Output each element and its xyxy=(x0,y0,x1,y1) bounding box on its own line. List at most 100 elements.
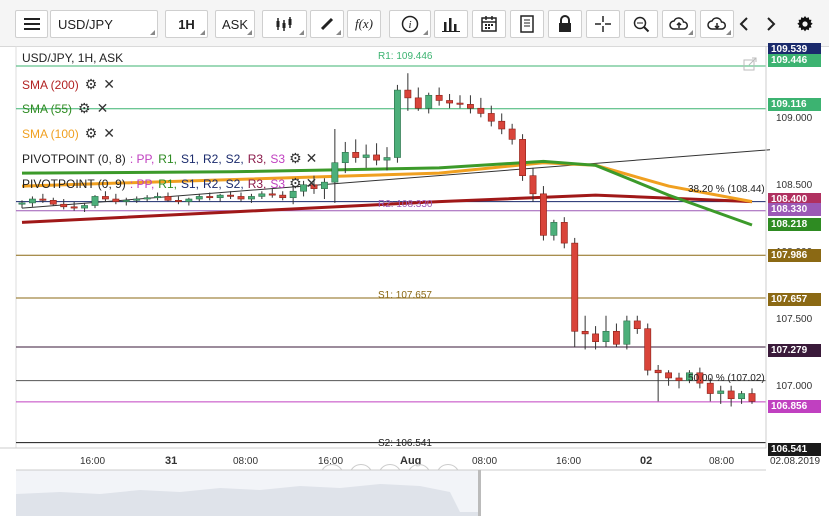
price-tick: 107.500 xyxy=(776,314,813,325)
legend-sma-100[interactable]: SMA (100) ⚙ ✕ xyxy=(22,125,115,142)
s1-level-label: S1: 107.657 xyxy=(378,290,432,301)
legend-sma-200[interactable]: SMA (200) ⚙ ✕ xyxy=(22,76,115,93)
candle-body xyxy=(60,203,68,208)
candle-body xyxy=(112,198,120,202)
close-icon[interactable]: ✕ xyxy=(103,125,115,142)
hamburger-icon xyxy=(23,18,40,30)
interval-label: 1H xyxy=(178,16,195,32)
candle-body xyxy=(644,328,652,371)
gear-icon[interactable]: ⚙ xyxy=(85,76,98,93)
close-icon[interactable]: ✕ xyxy=(103,76,115,93)
legend-sma-100-label: SMA (100) xyxy=(22,126,79,141)
zoom-button[interactable] xyxy=(624,10,658,38)
legend-pivotpoint-2[interactable]: PIVOTPOINT (0, 9) : PP, R1, S1, R2, S2, … xyxy=(22,175,317,192)
candle-body xyxy=(592,333,600,342)
candle-body xyxy=(633,320,641,329)
scroll-forward-button[interactable] xyxy=(760,10,782,38)
candle-body xyxy=(195,196,203,200)
candle-body xyxy=(581,330,589,335)
lock-icon xyxy=(559,15,571,32)
candle-body xyxy=(185,198,193,202)
price-tag: 109.116 xyxy=(768,98,821,111)
candle-body xyxy=(456,102,464,105)
candle-body xyxy=(425,94,433,109)
candle-body xyxy=(216,194,224,199)
indicators-button[interactable]: f(x) xyxy=(347,10,381,38)
candle-body xyxy=(727,390,735,400)
cloud-download-button[interactable] xyxy=(700,10,734,38)
price-tag: 106.541 xyxy=(768,443,821,456)
legend-pivotpoint-1[interactable]: PIVOTPOINT (0, 8) : PP, R1, S1, R2, S2, … xyxy=(22,150,317,167)
pivot-r2: R2, xyxy=(202,176,222,191)
pivot-s2: S2, xyxy=(225,176,244,191)
gear-icon[interactable]: ⚙ xyxy=(289,150,302,167)
price-tag: 107.657 xyxy=(768,293,821,306)
pivot-r1: R1, xyxy=(158,176,177,191)
candle-body xyxy=(435,94,443,101)
candle-body xyxy=(91,196,99,206)
candle-body xyxy=(519,139,527,176)
cloud-upload-button[interactable] xyxy=(662,10,696,38)
crosshair-button[interactable] xyxy=(586,10,620,38)
calendar-icon xyxy=(481,16,497,32)
candle-body xyxy=(289,190,297,199)
candlestick-icon xyxy=(276,17,291,31)
candle-body xyxy=(122,200,130,202)
pivot-r1: R1, xyxy=(158,151,177,166)
candle-body xyxy=(717,390,725,394)
symbol-selector[interactable]: USD/JPY xyxy=(50,10,158,38)
candle-body xyxy=(487,113,495,122)
document-icon xyxy=(520,15,534,33)
gear-icon[interactable]: ⚙ xyxy=(78,100,91,117)
calendar-button[interactable] xyxy=(472,10,506,38)
candle-body xyxy=(352,152,360,158)
gear-icon[interactable]: ⚙ xyxy=(85,125,98,142)
settings-button[interactable] xyxy=(792,10,818,38)
news-button[interactable] xyxy=(510,10,544,38)
candle-body xyxy=(393,89,401,158)
close-icon[interactable]: ✕ xyxy=(306,150,318,167)
candle-body xyxy=(560,222,568,244)
price-side-selector[interactable]: ASK xyxy=(215,10,255,38)
candle-body xyxy=(143,197,151,200)
close-icon[interactable]: ✕ xyxy=(97,100,109,117)
close-icon[interactable]: ✕ xyxy=(306,175,318,192)
fib-382-label: 38.20 % (108.44) xyxy=(688,184,765,195)
volume-button[interactable] xyxy=(434,10,468,38)
navigator-strip[interactable] xyxy=(0,466,829,516)
candle-body xyxy=(571,242,579,332)
candle-body xyxy=(477,107,485,114)
candle-body xyxy=(237,196,245,200)
candle-body xyxy=(738,393,746,400)
candle-body xyxy=(227,194,234,197)
interval-selector[interactable]: 1H xyxy=(165,10,208,38)
candle-body xyxy=(373,154,381,161)
candle-body xyxy=(133,198,141,201)
info-button[interactable]: i xyxy=(389,10,431,38)
price-tag: 109.446 xyxy=(768,54,821,67)
lock-button[interactable] xyxy=(548,10,582,38)
chart-area[interactable]: USD/JPY, 1H, ASK SMA (200) ⚙ ✕ SMA (55) … xyxy=(0,43,829,518)
draw-tool-button[interactable] xyxy=(310,10,344,38)
price-side-label: ASK xyxy=(221,16,248,32)
candle-body xyxy=(70,206,78,209)
chart-type-button[interactable] xyxy=(262,10,307,38)
toolbar: USD/JPY 1H ASK f(x) i xyxy=(0,0,829,47)
candle-body xyxy=(341,152,349,164)
price-tag: 108.218 xyxy=(768,218,821,231)
candle-body xyxy=(675,377,683,381)
legend-sma-55[interactable]: SMA (55) ⚙ ✕ xyxy=(22,100,108,117)
pivot-s3: S3 xyxy=(270,151,286,166)
popout-button[interactable] xyxy=(740,55,760,73)
candle-body xyxy=(654,369,662,374)
candle-body xyxy=(164,196,172,201)
candle-body xyxy=(706,382,714,394)
gear-icon[interactable]: ⚙ xyxy=(289,175,302,192)
candle-body xyxy=(39,198,47,201)
candle-body xyxy=(466,104,474,109)
price-tag: 107.279 xyxy=(768,344,821,357)
scroll-back-button[interactable] xyxy=(733,10,755,38)
menu-button[interactable] xyxy=(15,10,48,38)
pencil-icon xyxy=(320,17,334,31)
candle-body xyxy=(320,181,328,189)
